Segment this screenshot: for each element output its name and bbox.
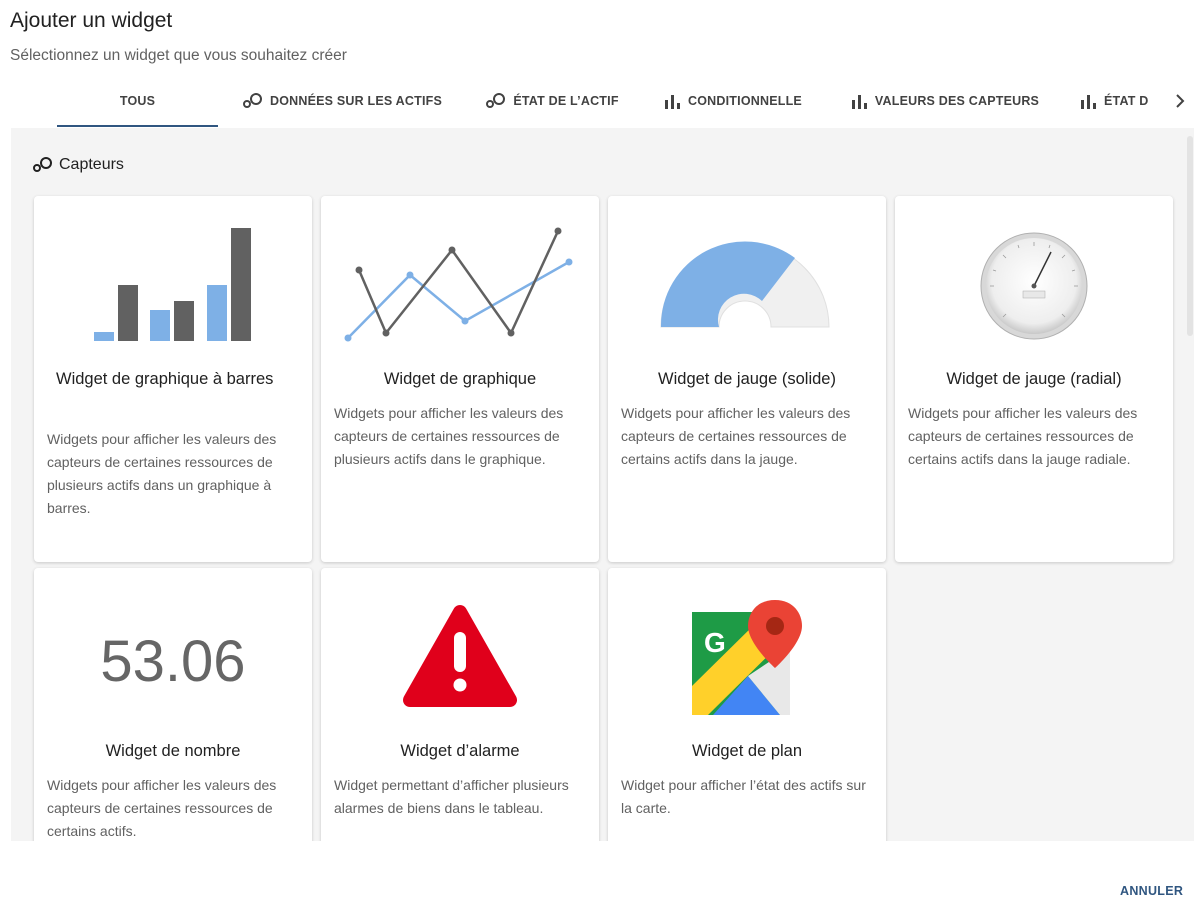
preview-bar [174,301,194,341]
preview-bar [207,285,227,341]
bar-chart-icon [851,93,869,109]
tab-label: TOUS [119,94,156,108]
line-chart-preview [344,227,573,342]
preview-bar [118,285,138,341]
tab-conditionnelle[interactable]: CONDITIONNELLE [650,76,816,126]
section-title: Capteurs [32,156,124,174]
tab-donnees-actifs[interactable]: DONNÉES SUR LES ACTIFS [228,76,456,126]
widget-card-number[interactable]: 53.06 Widget de nombre Widgets pour affi… [34,568,312,841]
tab-tous[interactable]: TOUS [57,76,218,126]
widget-category-tabs: TOUS DONNÉES SUR LES ACTIFS ÉTAT DE L’AC… [0,76,1194,128]
tab-label: VALEURS DES CAPTEURS [874,94,1040,108]
widget-card-alarm[interactable]: Widget d’alarme Widget permettant d’affi… [321,568,599,841]
cancel-button[interactable]: ANNULER [1120,884,1183,898]
bubbles-icon [485,92,507,110]
preview-bar [231,228,251,341]
tab-label: ÉTAT DE L’ACTIF [513,94,619,108]
tab-etat-partial-wrapper: ÉTAT D [1080,76,1170,126]
preview-series-grey [357,230,560,336]
widget-card-line-chart[interactable]: Widget de graphique Widgets pour affiche… [321,196,599,562]
widget-card-solid-gauge[interactable]: Widget de jauge (solide) Widgets pour af… [608,196,886,562]
card-description: Widgets pour afficher les valeurs des ca… [47,777,277,839]
tab-etat[interactable]: ÉTAT D [1080,76,1170,126]
preview-bar [94,332,114,341]
bubbles-icon [33,157,52,172]
radial-gauge-preview [980,232,1088,340]
card-title: Widget de plan [691,742,803,760]
card-title: Widget de nombre [105,742,241,760]
dialog-subtitle: Sélectionnez un widget que vous souhaite… [10,47,347,64]
card-title: Widget d’alarme [400,742,520,760]
card-description: Widget permettant d’afficher plusieurs a… [334,777,569,816]
widget-list[interactable]: Capteurs Widget de graphique à barres Wi… [11,128,1194,841]
card-description: Widgets pour afficher les valeurs des ca… [334,405,564,467]
bar-chart-icon [1080,93,1098,109]
card-title: Widget de graphique à barres [56,370,274,388]
tab-label: ÉTAT D [1104,94,1149,108]
chevron-right-icon[interactable] [1170,88,1190,114]
card-description: Widgets pour afficher les valeurs des ca… [621,405,851,467]
card-title: Widget de jauge (radial) [946,370,1122,388]
card-title: Widget de graphique [383,370,537,388]
solid-gauge-preview [660,241,830,328]
preview-bar [150,310,170,341]
tab-etat-actif[interactable]: ÉTAT DE L’ACTIF [476,76,628,126]
svg-text:G: G [704,627,726,658]
card-title: Widget de jauge (solide) [658,370,836,388]
tab-label: CONDITIONNELLE [688,94,802,108]
widget-card-radial-gauge[interactable]: Widget de jauge (radial) Widgets pour af… [895,196,1173,562]
dialog-title: Ajouter un widget [10,9,173,32]
widget-card-map[interactable]: G Widget de plan Widget pour afficher l’… [608,568,886,841]
active-tab-indicator [57,125,218,127]
number-preview: 53.06 [100,629,246,694]
bar-chart-preview [94,228,251,341]
tab-label: DONNÉES SUR LES ACTIFS [269,94,442,108]
bubbles-icon [242,92,264,110]
card-description: Widgets pour afficher les valeurs des ca… [47,431,277,516]
scrollbar[interactable] [1187,136,1193,336]
section-label: Capteurs [59,156,124,173]
tab-valeurs-capteurs[interactable]: VALEURS DES CAPTEURS [838,76,1052,126]
preview-series-blue [347,260,570,339]
map-icon: G [692,600,802,715]
bar-chart-icon [664,93,682,109]
card-description: Widget pour afficher l’état des actifs s… [621,777,866,816]
alarm-icon [403,605,517,707]
widget-card-bar-chart[interactable]: Widget de graphique à barres Widgets pou… [34,196,312,562]
card-description: Widgets pour afficher les valeurs des ca… [908,405,1138,467]
